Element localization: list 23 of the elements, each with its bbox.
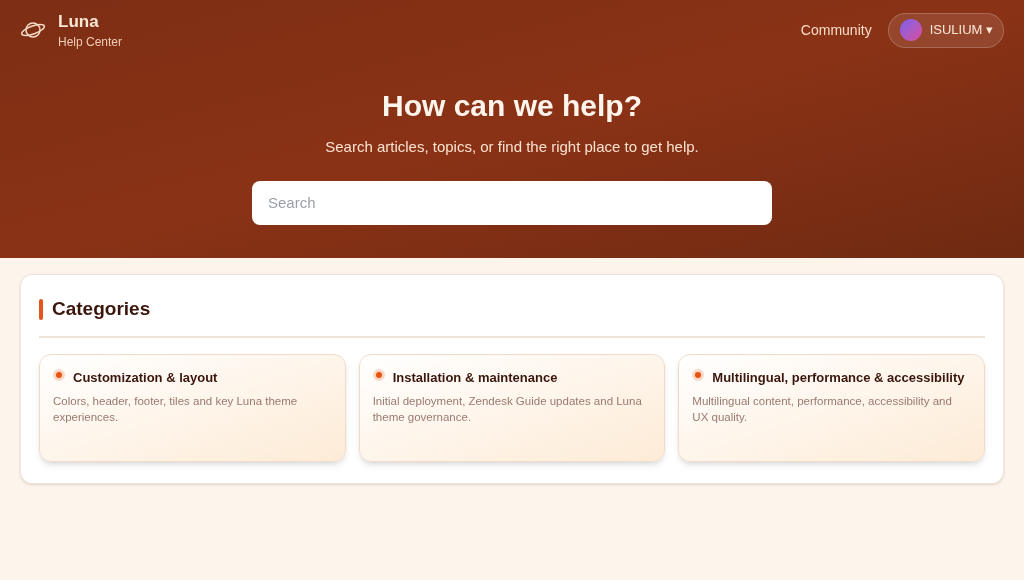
accent-bar bbox=[39, 298, 43, 320]
category-title: Installation & maintenance bbox=[392, 368, 558, 387]
planet-icon[interactable] bbox=[20, 19, 46, 41]
bullet-icon bbox=[692, 369, 705, 382]
user-menu-button[interactable]: ISULIUM ▾ bbox=[887, 12, 1004, 48]
category-card[interactable]: Customization & layout Colors, header, footer, tiles and key Luna theme experiences. bbox=[39, 353, 346, 462]
bullet-icon bbox=[372, 369, 385, 382]
bullet-icon bbox=[53, 369, 65, 382]
category-description: Colors, header, footer, tiles and key Luna theme experiences. bbox=[53, 394, 299, 425]
category-description: Multilingual content, performance, accessibility and UX quality. bbox=[692, 394, 953, 425]
category-title: Customization & layout bbox=[73, 368, 218, 387]
hero-subtitle: Search articles, topics, or find the right place to get help. bbox=[325, 137, 699, 157]
hero-title: How can we help? bbox=[381, 88, 642, 124]
search-field[interactable]: Search bbox=[252, 180, 772, 225]
category-card[interactable]: Installation & maintenance Initial deployment, Zendesk Guide updates and Luna theme governance. bbox=[358, 353, 666, 462]
community-link[interactable]: Community bbox=[800, 19, 872, 41]
brand-name[interactable]: Luna bbox=[58, 10, 123, 34]
category-card[interactable]: Multilingual, performance & accessibility Multilingual content, performance, accessibility and UX quality. bbox=[678, 353, 985, 462]
brand-subtitle: Help Center bbox=[58, 34, 123, 50]
category-title: Multilingual, performance & accessibility bbox=[712, 368, 965, 387]
section-title: Categories bbox=[52, 297, 151, 321]
category-description: Initial deployment, Zendesk Guide updates and Luna theme governance. bbox=[372, 394, 643, 425]
avatar bbox=[899, 19, 922, 41]
